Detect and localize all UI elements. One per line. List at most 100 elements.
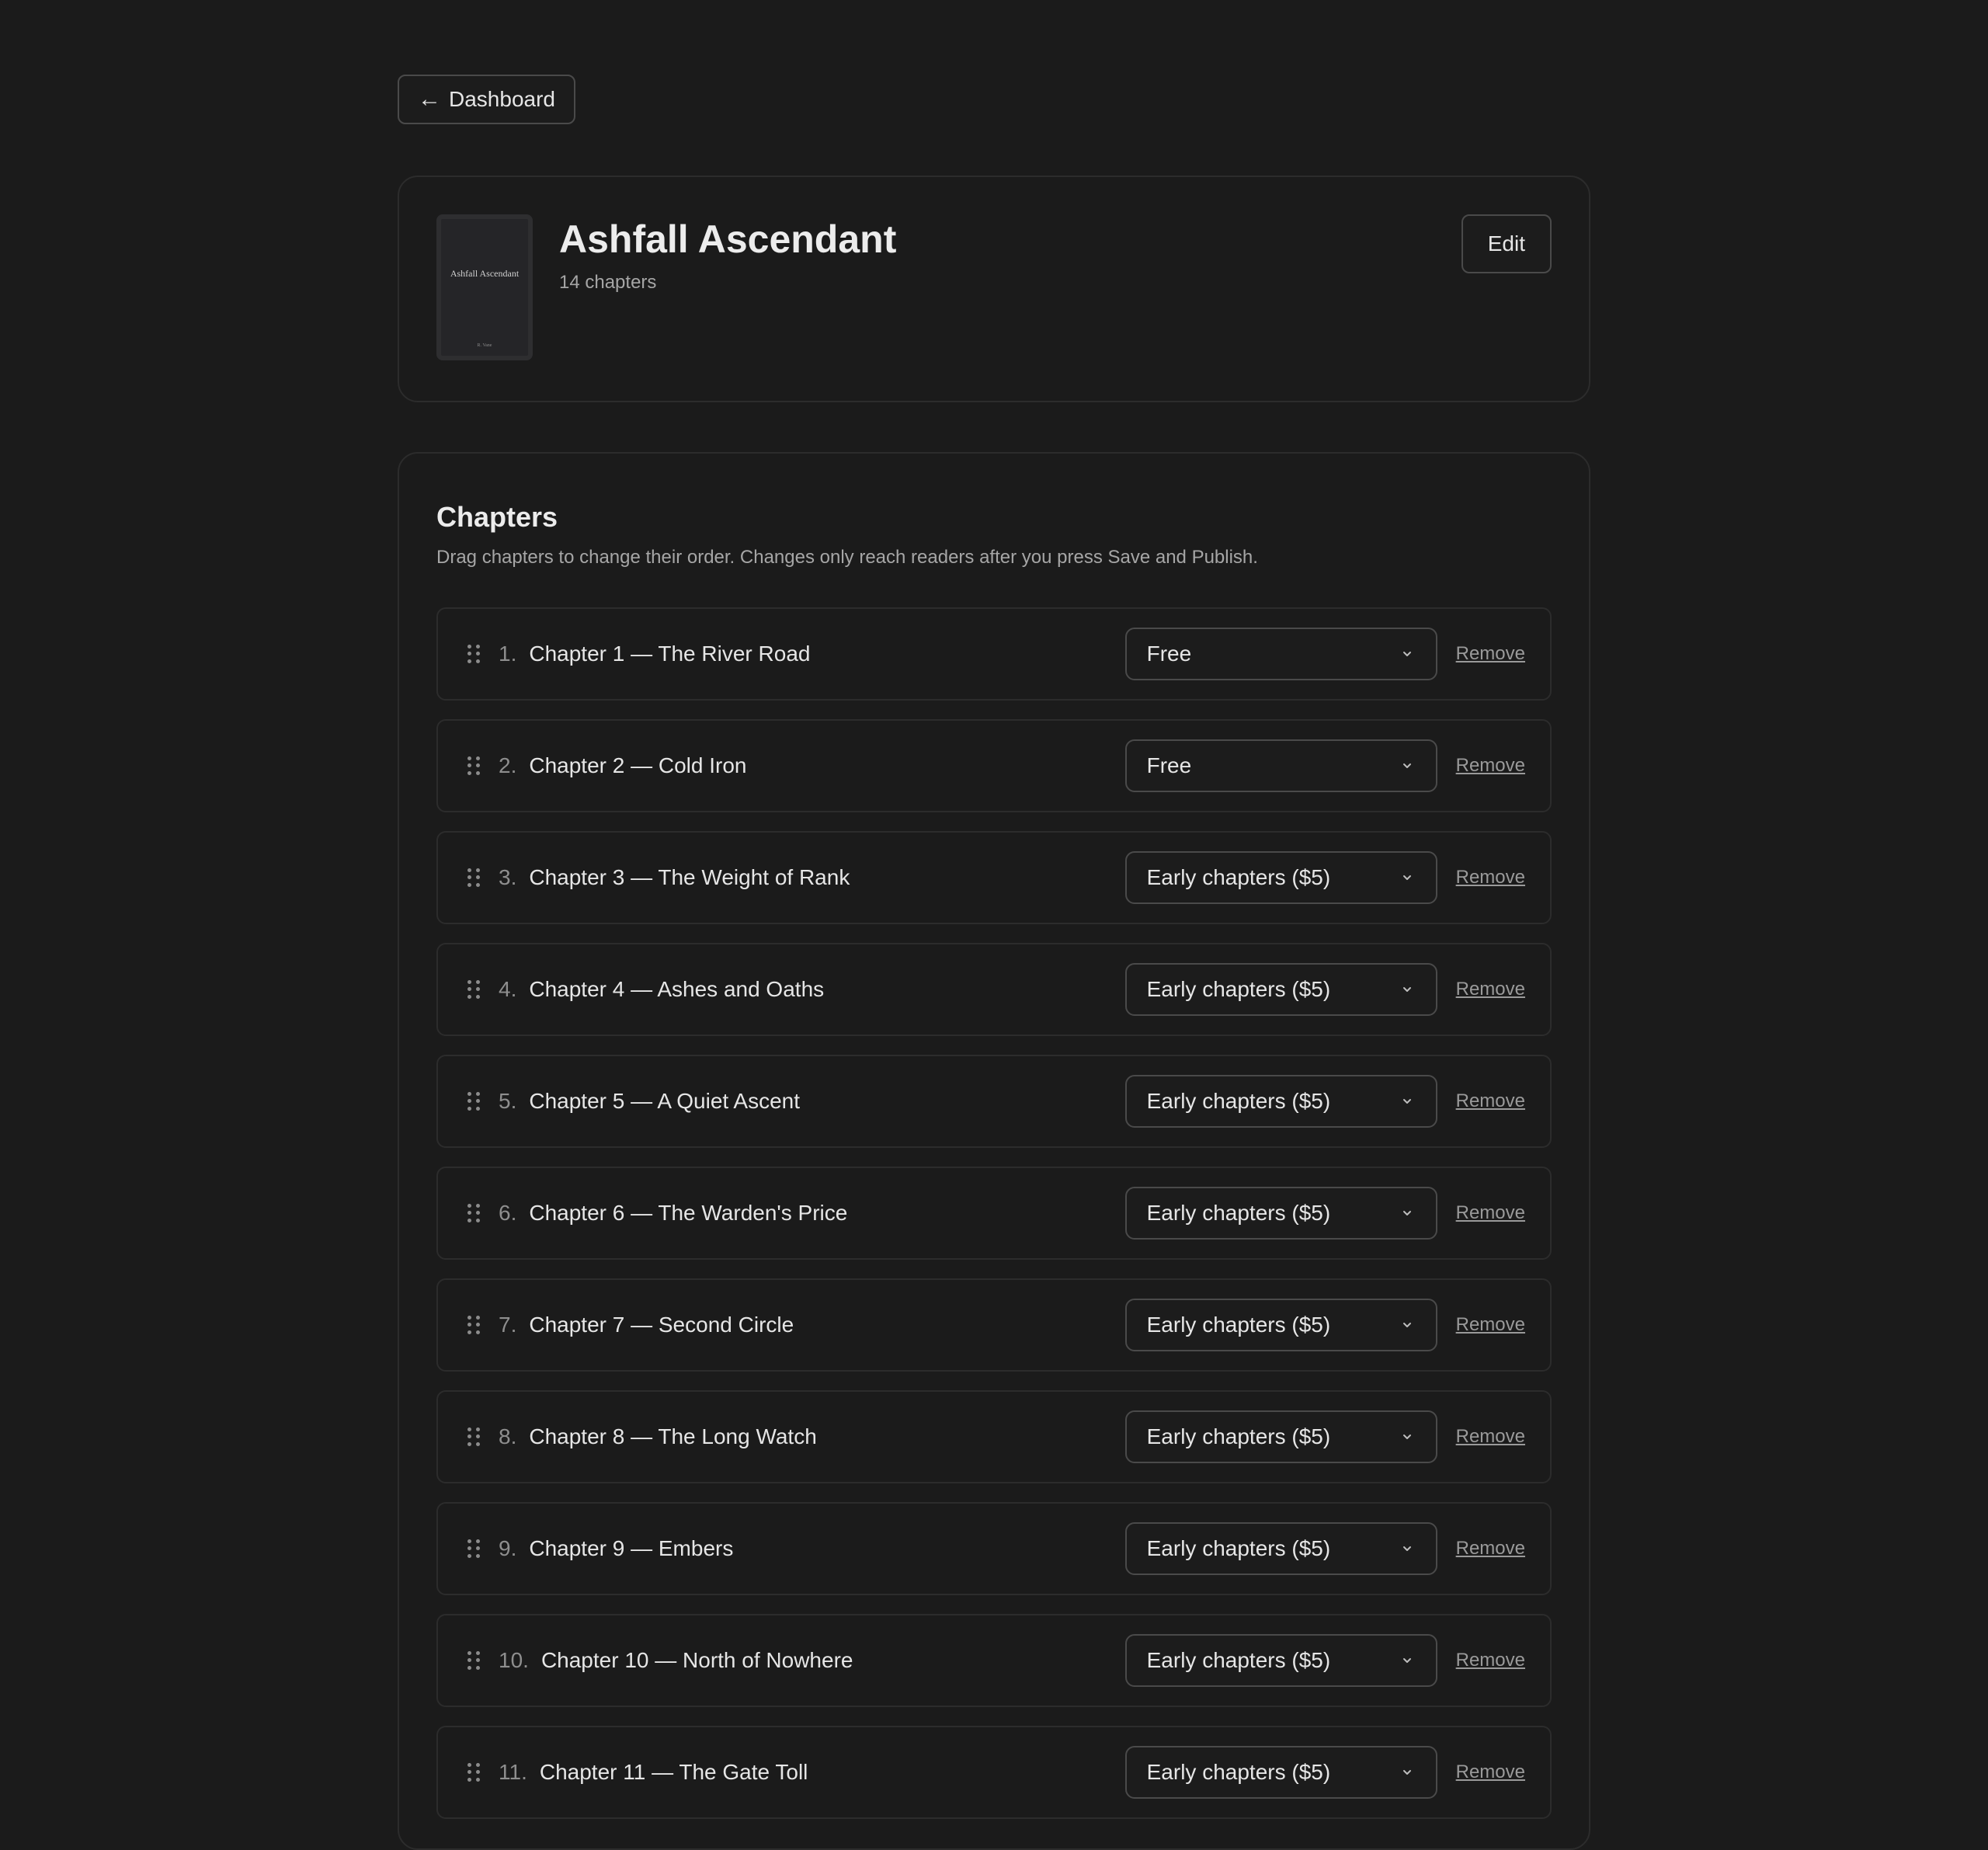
chapter-number: 6.	[499, 1201, 517, 1225]
chapter-row[interactable]: 1. Chapter 1 — The River Road Free Remov…	[436, 607, 1552, 701]
chapter-number: 3.	[499, 865, 517, 889]
remove-chapter-link[interactable]: Remove	[1456, 1538, 1525, 1560]
chapter-number: 7.	[499, 1313, 517, 1337]
chapter-title: Chapter 8 — The Long Watch	[529, 1424, 817, 1448]
chapter-tier-value: Early chapters ($5)	[1146, 1760, 1331, 1784]
drag-handle-icon[interactable]	[467, 1763, 480, 1782]
remove-chapter-link[interactable]: Remove	[1456, 1650, 1525, 1671]
remove-chapter-link[interactable]: Remove	[1456, 643, 1525, 665]
chevron-down-icon	[1402, 652, 1411, 656]
remove-chapter-link[interactable]: Remove	[1456, 755, 1525, 777]
remove-chapter-link[interactable]: Remove	[1456, 1202, 1525, 1224]
chapter-title: Chapter 11 — The Gate Toll	[539, 1760, 808, 1784]
chapter-tier-value: Early chapters ($5)	[1146, 1313, 1331, 1337]
chapter-tier-value: Free	[1146, 642, 1192, 666]
chevron-down-icon	[1402, 763, 1411, 768]
chapter-tier-value: Early chapters ($5)	[1146, 1201, 1331, 1225]
drag-handle-icon[interactable]	[467, 1539, 480, 1558]
drag-handle-icon[interactable]	[467, 868, 480, 887]
chapter-tier-select[interactable]: Early chapters ($5)	[1124, 1299, 1437, 1351]
chapter-tier-select[interactable]: Early chapters ($5)	[1124, 1187, 1437, 1240]
chapter-number: 11.	[499, 1760, 527, 1784]
chapter-title: Chapter 3 — The Weight of Rank	[529, 865, 850, 889]
book-header-card: Ashfall Ascendant R. Vane Ashfall Ascend…	[398, 176, 1590, 402]
chapter-row[interactable]: 7. Chapter 7 — Second Circle Early chapt…	[436, 1278, 1552, 1372]
chevron-down-icon	[1402, 1434, 1411, 1439]
chapter-list: 1. Chapter 1 — The River Road Free Remov…	[436, 607, 1552, 1819]
chapter-tier-value: Free	[1146, 753, 1192, 777]
book-title: Ashfall Ascendant	[559, 217, 897, 261]
chapter-number: 9.	[499, 1536, 517, 1560]
chapter-tier-select[interactable]: Early chapters ($5)	[1124, 1522, 1437, 1575]
chapter-tier-select[interactable]: Early chapters ($5)	[1124, 851, 1437, 904]
drag-handle-icon[interactable]	[467, 645, 480, 663]
chapter-number: 8.	[499, 1424, 517, 1448]
chapter-title: Chapter 7 — Second Circle	[529, 1313, 794, 1337]
chapter-tier-value: Early chapters ($5)	[1146, 1536, 1331, 1560]
chevron-down-icon	[1402, 1211, 1411, 1215]
chapter-title: Chapter 1 — The River Road	[529, 642, 811, 666]
chevron-down-icon	[1402, 987, 1411, 992]
chapter-row[interactable]: 8. Chapter 8 — The Long Watch Early chap…	[436, 1390, 1552, 1483]
cover-title: Ashfall Ascendant	[450, 268, 520, 279]
arrow-left-icon: ←	[418, 86, 441, 112]
drag-handle-icon[interactable]	[467, 1204, 480, 1222]
chapter-tier-value: Early chapters ($5)	[1146, 1089, 1331, 1113]
chapter-title: Chapter 6 — The Warden's Price	[529, 1201, 848, 1225]
chapter-row[interactable]: 3. Chapter 3 — The Weight of Rank Early …	[436, 831, 1552, 924]
remove-chapter-link[interactable]: Remove	[1456, 1090, 1525, 1112]
chevron-down-icon	[1402, 1770, 1411, 1775]
chapter-tier-select[interactable]: Free	[1124, 628, 1437, 680]
back-to-dashboard-button[interactable]: ← Dashboard	[398, 75, 575, 124]
back-button-label: Dashboard	[449, 87, 555, 111]
chapter-row[interactable]: 10. Chapter 10 — North of Nowhere Early …	[436, 1614, 1552, 1707]
chapter-title: Chapter 10 — North of Nowhere	[540, 1648, 853, 1672]
chapters-description: Drag chapters to change their order. Cha…	[436, 547, 1258, 568]
chapter-tier-select[interactable]: Early chapters ($5)	[1124, 1634, 1437, 1687]
chapter-title: Chapter 9 — Embers	[529, 1536, 734, 1560]
chapter-row[interactable]: 4. Chapter 4 — Ashes and Oaths Early cha…	[436, 943, 1552, 1036]
chevron-down-icon	[1402, 1323, 1411, 1327]
drag-handle-icon[interactable]	[467, 1427, 480, 1446]
chevron-down-icon	[1402, 1546, 1411, 1551]
chapter-tier-value: Early chapters ($5)	[1146, 977, 1331, 1001]
chapter-row[interactable]: 11. Chapter 11 — The Gate Toll Early cha…	[436, 1726, 1552, 1819]
drag-handle-icon[interactable]	[467, 980, 480, 999]
chapter-number: 2.	[499, 753, 517, 777]
chapter-title: Chapter 2 — Cold Iron	[529, 753, 747, 777]
remove-chapter-link[interactable]: Remove	[1456, 1314, 1525, 1336]
chapter-tier-value: Early chapters ($5)	[1146, 1424, 1331, 1448]
chapter-tier-select[interactable]: Early chapters ($5)	[1124, 1746, 1437, 1799]
chapter-count: 14 chapters	[559, 272, 657, 293]
chapter-row[interactable]: 6. Chapter 6 — The Warden's Price Early …	[436, 1167, 1552, 1260]
drag-handle-icon[interactable]	[467, 1651, 480, 1670]
remove-chapter-link[interactable]: Remove	[1456, 979, 1525, 1000]
chapter-number: 1.	[499, 642, 517, 666]
chapter-row[interactable]: 2. Chapter 2 — Cold Iron Free Remove	[436, 719, 1552, 812]
chapter-number: 5.	[499, 1089, 517, 1113]
chapter-title: Chapter 5 — A Quiet Ascent	[529, 1089, 801, 1113]
chapter-tier-select[interactable]: Free	[1124, 739, 1437, 792]
chevron-down-icon	[1402, 1658, 1411, 1663]
chapter-tier-value: Early chapters ($5)	[1146, 1648, 1331, 1672]
chapter-tier-select[interactable]: Early chapters ($5)	[1124, 1410, 1437, 1463]
drag-handle-icon[interactable]	[467, 1316, 480, 1334]
edit-book-button[interactable]: Edit	[1461, 214, 1552, 273]
remove-chapter-link[interactable]: Remove	[1456, 1761, 1525, 1783]
cover-author: R. Vane	[477, 343, 492, 348]
page: ← Dashboard Ashfall Ascendant R. Vane As…	[398, 0, 1590, 1850]
chapter-row[interactable]: 9. Chapter 9 — Embers Early chapters ($5…	[436, 1502, 1552, 1595]
chapter-number: 4.	[499, 977, 517, 1001]
book-cover: Ashfall Ascendant R. Vane	[436, 214, 533, 360]
drag-handle-icon[interactable]	[467, 756, 480, 775]
chevron-down-icon	[1402, 875, 1411, 880]
chapter-row[interactable]: 5. Chapter 5 — A Quiet Ascent Early chap…	[436, 1055, 1552, 1148]
chapter-number: 10.	[499, 1648, 529, 1672]
chapter-tier-select[interactable]: Early chapters ($5)	[1124, 963, 1437, 1016]
chapters-card: Chapters Drag chapters to change their o…	[398, 452, 1590, 1850]
remove-chapter-link[interactable]: Remove	[1456, 867, 1525, 888]
chapter-tier-select[interactable]: Early chapters ($5)	[1124, 1075, 1437, 1128]
remove-chapter-link[interactable]: Remove	[1456, 1426, 1525, 1448]
drag-handle-icon[interactable]	[467, 1092, 480, 1111]
chapter-title: Chapter 4 — Ashes and Oaths	[529, 977, 825, 1001]
